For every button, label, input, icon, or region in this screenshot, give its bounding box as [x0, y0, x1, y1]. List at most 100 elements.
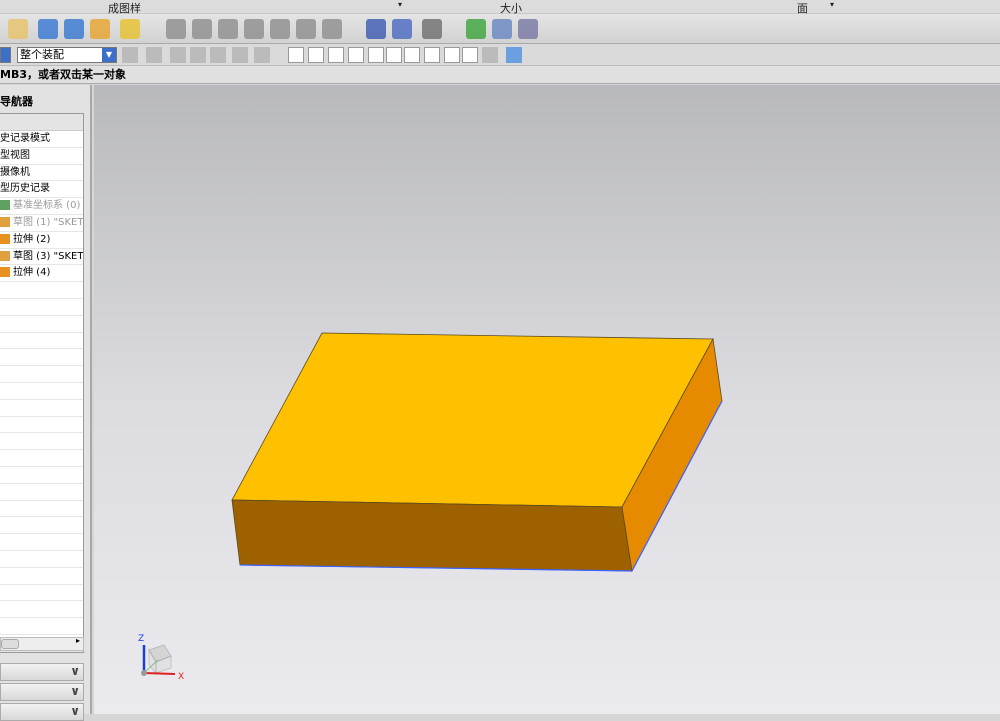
assembly-scope-value: 整个装配	[18, 48, 102, 62]
empty-row	[0, 433, 83, 451]
scroll-right-arrow[interactable]: ▸	[76, 636, 80, 645]
empty-row	[0, 551, 83, 568]
navigator-item-label: 拉伸 (2)	[13, 233, 51, 245]
center-icon[interactable]	[404, 47, 420, 63]
panel-section-2[interactable]: ∨	[0, 683, 84, 701]
navigator-item-label: 草图 (3) "SKET	[13, 250, 83, 262]
csys-icon[interactable]	[518, 19, 538, 39]
navigator-item[interactable]: 拉伸 (2)	[0, 232, 83, 249]
quadrant-icon[interactable]	[424, 47, 440, 63]
cylinder-icon[interactable]	[322, 19, 342, 39]
main-toolbar	[0, 14, 1000, 44]
model-canvas: Z X	[138, 332, 723, 682]
navigator-item[interactable]: 基准坐标系 (0)	[0, 198, 83, 215]
assembly-scope-select[interactable]: 整个装配 ▼	[17, 47, 117, 63]
cube-icon[interactable]	[506, 47, 522, 63]
empty-row	[0, 366, 83, 383]
empty-row	[0, 484, 83, 501]
navigator-item-label: 拉伸 (4)	[13, 267, 51, 279]
navigator-item[interactable]: 摄像机	[0, 165, 83, 182]
sketch-icon	[0, 216, 10, 227]
on-curve-icon[interactable]	[462, 47, 478, 63]
end-point-icon[interactable]	[328, 47, 344, 63]
empty-row	[0, 501, 83, 518]
filter-dropdown-button[interactable]	[0, 47, 11, 63]
undo-icon[interactable]	[170, 47, 186, 63]
deviation-icon[interactable]	[296, 19, 316, 39]
navigator-item[interactable]: 型历史记录	[0, 181, 83, 199]
navigator-title: 导航器	[0, 95, 33, 108]
horizontal-scrollbar[interactable]: ▸	[0, 636, 84, 651]
panel-section-1[interactable]: ∨	[0, 663, 84, 681]
check-body-icon[interactable]	[90, 19, 110, 39]
navigator-item[interactable]: 拉伸 (4)	[0, 265, 83, 283]
snap-point-icon[interactable]	[146, 47, 162, 63]
chevron-down-icon[interactable]: ∨	[70, 704, 80, 718]
g0-icon[interactable]	[192, 19, 212, 39]
g3-icon[interactable]	[270, 19, 290, 39]
panel-section-3[interactable]: ∨	[0, 703, 84, 721]
navigator-item-label: 型视图	[0, 149, 30, 161]
empty-row	[0, 299, 83, 316]
navigator-item-label: 史记录模式	[0, 133, 50, 144]
empty-row	[0, 316, 83, 333]
text-icon[interactable]	[120, 19, 140, 39]
open-icon[interactable]	[8, 19, 28, 39]
check-geometry-icon[interactable]	[64, 19, 84, 39]
face-dropdown-arrow[interactable]: ▾	[830, 0, 834, 9]
graphics-viewport[interactable]: Z X	[94, 85, 1000, 714]
top-ribbon-row: 成图样 ▾ 大小 面 ▾	[0, 0, 1000, 15]
triad-z-label: Z	[138, 634, 144, 644]
navigator-item-label: 草图 (1) "SKET	[13, 216, 83, 228]
navigator-item[interactable]: 型视图	[0, 148, 83, 165]
center-snap-icon[interactable]	[308, 47, 324, 63]
empty-row	[0, 383, 83, 400]
table-icon[interactable]	[492, 19, 512, 39]
pan-icon[interactable]	[232, 47, 248, 63]
box-front-face[interactable]	[231, 499, 633, 572]
list-icon[interactable]	[466, 19, 486, 39]
navigator-item-label: 型历史记录	[0, 183, 50, 195]
rotate-icon[interactable]	[210, 47, 226, 63]
navigator-item-label: 基准坐标系 (0)	[13, 200, 81, 212]
navigator-item-label: 摄像机	[0, 166, 30, 178]
status-bar: MB3，或者双击某一对象	[0, 66, 1000, 84]
surface-analysis-icon[interactable]	[166, 19, 186, 39]
face-snap-icon[interactable]	[482, 47, 498, 63]
view-icon[interactable]	[190, 47, 206, 63]
spring-icon[interactable]	[366, 19, 386, 39]
status-prompt: MB3，或者双击某一对象	[0, 68, 126, 81]
chevron-down-icon[interactable]: ∨	[70, 684, 80, 698]
navigator-item[interactable]: 史记录模式	[0, 131, 83, 148]
g2-icon[interactable]	[244, 19, 264, 39]
curve-icon[interactable]	[368, 47, 384, 63]
empty-row	[0, 467, 83, 484]
mid-point-icon[interactable]	[348, 47, 364, 63]
empty-row	[0, 517, 83, 535]
empty-row	[0, 585, 83, 602]
list-header	[0, 114, 83, 131]
navigator-item[interactable]: 草图 (1) "SKET	[0, 215, 83, 232]
triad-x-label: X	[178, 672, 184, 682]
existing-point-icon[interactable]	[444, 47, 460, 63]
check-part-icon[interactable]	[38, 19, 58, 39]
empty-row	[0, 601, 83, 619]
paint-icon[interactable]	[122, 47, 138, 63]
empty-row	[0, 568, 83, 585]
empty-row	[0, 534, 83, 551]
chevron-down-icon[interactable]: ▼	[102, 48, 116, 62]
verify-icon[interactable]	[422, 19, 442, 39]
intersect-icon[interactable]	[386, 47, 402, 63]
scrollbar-thumb[interactable]	[1, 639, 19, 649]
empty-row	[0, 282, 83, 299]
box-select-icon[interactable]	[254, 47, 270, 63]
navigator-list: 史记录模式型视图摄像机型历史记录基准坐标系 (0) 草图 (1) "SKET 拉伸 …	[0, 113, 84, 653]
point-snap-icon[interactable]	[288, 47, 304, 63]
g1-icon[interactable]	[218, 19, 238, 39]
chevron-down-icon[interactable]: ∨	[70, 664, 80, 678]
navigator-item[interactable]: 草图 (3) "SKET	[0, 249, 83, 266]
empty-row	[0, 450, 83, 467]
measure-icon[interactable]	[392, 19, 412, 39]
part-navigator-panel: 导航器 史记录模式型视图摄像机型历史记录基准坐标系 (0) 草图 (1) "SKE…	[0, 85, 92, 721]
style-dropdown-arrow[interactable]: ▾	[398, 0, 402, 9]
